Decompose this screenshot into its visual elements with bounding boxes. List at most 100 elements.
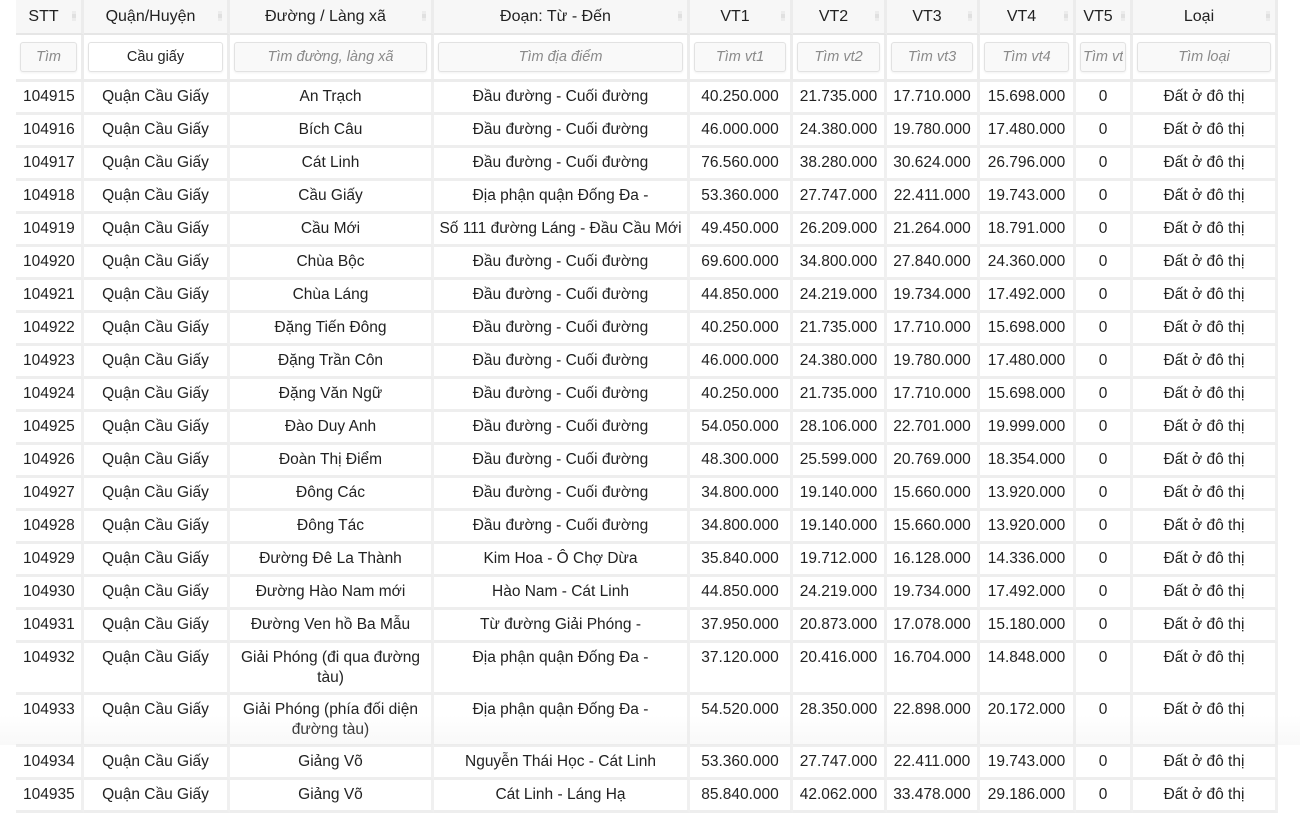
cell-loai: Đất ở đô thị [1133,313,1278,346]
cell-vt5: 0 [1076,643,1133,695]
cell-stt: 104922 [16,313,84,346]
column-header-vt1[interactable]: VT1 [690,0,793,35]
cell-doan: Đầu đường - Cuối đường [434,148,690,181]
cell-vt2: 24.219.000 [793,577,887,610]
cell-duong: Đoàn Thị Điểm [230,445,434,478]
cell-vt1: 48.300.000 [690,445,793,478]
filter-input-vt1[interactable] [694,42,786,72]
cell-loai: Đất ở đô thị [1133,695,1278,747]
table-row[interactable]: 104924 Quận Cầu Giấy Đặng Văn Ngữ Đầu đường… [16,379,1278,412]
table-row[interactable]: 104931 Quận Cầu Giấy Đường Ven hồ Ba Mẫu Từ… [16,610,1278,643]
sort-icon[interactable] [422,11,426,21]
cell-vt3: 22.898.000 [887,695,980,747]
cell-doan: Đầu đường - Cuối đường [434,115,690,148]
table-row[interactable]: 104918 Quận Cầu Giấy Cầu Giấy Địa phận quận… [16,181,1278,214]
cell-duong: Cầu Giấy [230,181,434,214]
table-row[interactable]: 104933 Quận Cầu Giấy Giải Phóng (phía đối … [16,695,1278,747]
table-row[interactable]: 104932 Quận Cầu Giấy Giải Phóng (đi qua đư… [16,643,1278,695]
cell-duong: Đào Duy Anh [230,412,434,445]
sort-icon[interactable] [875,11,879,21]
table-row[interactable]: 104930 Quận Cầu Giấy Đường Hào Nam mới Hào … [16,577,1278,610]
cell-loai: Đất ở đô thị [1133,780,1278,813]
cell-vt2: 20.416.000 [793,643,887,695]
cell-quan: Quận Cầu Giấy [84,610,230,643]
cell-vt1: 34.800.000 [690,511,793,544]
cell-quan: Quận Cầu Giấy [84,313,230,346]
filter-input-vt4[interactable] [984,42,1069,72]
filter-input-loai[interactable] [1137,42,1271,72]
filter-cell-loai [1133,35,1278,82]
column-header-stt[interactable]: STT [16,0,84,35]
table-row[interactable]: 104927 Quận Cầu Giấy Đông Các Đầu đường - C… [16,478,1278,511]
cell-vt1: 35.840.000 [690,544,793,577]
table-row[interactable]: 104935 Quận Cầu Giấy Giảng Võ Cát Linh - Lá… [16,780,1278,813]
cell-vt1: 40.250.000 [690,82,793,115]
cell-doan: Đầu đường - Cuối đường [434,379,690,412]
table-row[interactable]: 104929 Quận Cầu Giấy Đường Đê La Thành Kim … [16,544,1278,577]
table-row[interactable]: 104919 Quận Cầu Giấy Cầu Mới Số 111 đường L… [16,214,1278,247]
sort-icon[interactable] [218,11,222,21]
sort-icon[interactable] [1266,11,1270,21]
table-row[interactable]: 104928 Quận Cầu Giấy Đông Tác Đầu đường - C… [16,511,1278,544]
column-header-label: Quận/Huyện [105,7,196,25]
cell-vt4: 26.796.000 [980,148,1076,181]
filter-input-vt2[interactable] [797,42,880,72]
table-row[interactable]: 104926 Quận Cầu Giấy Đoàn Thị Điểm Đầu đườn… [16,445,1278,478]
cell-loai: Đất ở đô thị [1133,577,1278,610]
filter-input-vt5[interactable] [1080,42,1126,72]
cell-vt4: 14.336.000 [980,544,1076,577]
sort-icon[interactable] [72,11,76,21]
column-header-loai[interactable]: Loại [1133,0,1278,35]
land-price-table-container: STT Quận/Huyện Đường / Làng xã Đoạn: Từ - Đ… [16,0,1278,813]
table-row[interactable]: 104915 Quận Cầu Giấy An Trạch Đầu đường - C… [16,82,1278,115]
cell-doan: Đầu đường - Cuối đường [434,313,690,346]
column-header-duong[interactable]: Đường / Làng xã [230,0,434,35]
filter-input-duong[interactable] [234,42,427,72]
column-header-vt3[interactable]: VT3 [887,0,980,35]
column-header-label: VT5 [1083,7,1113,25]
column-header-quan[interactable]: Quận/Huyện [84,0,230,35]
column-header-doan[interactable]: Đoạn: Từ - Đến [434,0,690,35]
table-row[interactable]: 104917 Quận Cầu Giấy Cát Linh Đầu đường - C… [16,148,1278,181]
cell-vt4: 17.492.000 [980,577,1076,610]
cell-quan: Quận Cầu Giấy [84,478,230,511]
sort-icon[interactable] [968,11,972,21]
cell-vt4: 20.172.000 [980,695,1076,747]
sort-icon[interactable] [678,11,682,21]
filter-input-vt3[interactable] [891,42,973,72]
cell-vt5: 0 [1076,445,1133,478]
cell-vt2: 21.735.000 [793,379,887,412]
filter-input-quan[interactable] [88,42,223,72]
table-row[interactable]: 104922 Quận Cầu Giấy Đặng Tiến Đông Đầu đườ… [16,313,1278,346]
cell-vt2: 24.219.000 [793,280,887,313]
cell-stt: 104932 [16,643,84,695]
cell-loai: Đất ở đô thị [1133,214,1278,247]
cell-vt1: 44.850.000 [690,280,793,313]
cell-vt5: 0 [1076,577,1133,610]
sort-icon[interactable] [1064,11,1068,21]
table-row[interactable]: 104921 Quận Cầu Giấy Chùa Láng Đầu đường - … [16,280,1278,313]
table-row[interactable]: 104934 Quận Cầu Giấy Giảng Võ Nguyễn Thái H… [16,747,1278,780]
table-row[interactable]: 104920 Quận Cầu Giấy Chùa Bộc Đầu đường - C… [16,247,1278,280]
column-header-vt4[interactable]: VT4 [980,0,1076,35]
table-row[interactable]: 104923 Quận Cầu Giấy Đặng Trần Côn Đầu đườn… [16,346,1278,379]
sort-icon[interactable] [781,11,785,21]
table-body: 104915 Quận Cầu Giấy An Trạch Đầu đường - C… [16,82,1278,813]
cell-vt1: 37.950.000 [690,610,793,643]
column-header-label: Đoạn: Từ - Đến [500,7,611,25]
cell-stt: 104927 [16,478,84,511]
cell-vt3: 15.660.000 [887,478,980,511]
cell-vt3: 17.078.000 [887,610,980,643]
table-row[interactable]: 104916 Quận Cầu Giấy Bích Câu Đầu đường - C… [16,115,1278,148]
filter-input-doan[interactable] [438,42,683,72]
cell-stt: 104934 [16,747,84,780]
filter-input-stt[interactable] [20,42,77,72]
cell-vt5: 0 [1076,478,1133,511]
column-header-vt5[interactable]: VT5 [1076,0,1133,35]
sort-icon[interactable] [1121,11,1125,21]
column-header-vt2[interactable]: VT2 [793,0,887,35]
cell-vt3: 16.128.000 [887,544,980,577]
column-header-label: Đường / Làng xã [265,7,386,25]
cell-vt5: 0 [1076,181,1133,214]
table-row[interactable]: 104925 Quận Cầu Giấy Đào Duy Anh Đầu đường … [16,412,1278,445]
